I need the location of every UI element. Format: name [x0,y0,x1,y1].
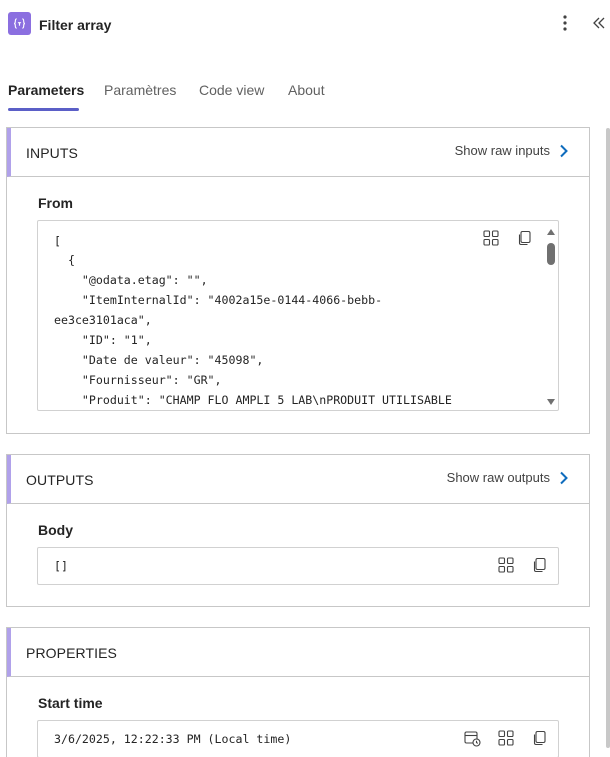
scroll-up-icon[interactable] [547,229,555,235]
copy-button[interactable] [531,556,549,574]
show-raw-inputs-label: Show raw inputs [454,143,550,158]
chevron-right-icon [560,471,568,484]
active-tab-indicator [8,108,79,111]
chevron-right-icon [560,144,568,157]
outputs-title: OUTPUTS [26,472,94,488]
code-line: "Produit": "CHAMP FLO AMPLI 5 LAB\nPRODU… [54,393,452,407]
show-raw-outputs-label: Show raw outputs [446,470,550,485]
expand-grid-button[interactable] [482,229,500,247]
properties-section-header: PROPERTIES [7,628,589,677]
scroll-down-icon[interactable] [547,399,555,405]
inputs-title: INPUTS [26,145,78,161]
copy-icon [518,230,531,246]
show-raw-inputs-link[interactable]: Show raw inputs [455,143,571,158]
properties-section: PROPERTIES Start time 3/6/2025, 12:22:33… [6,627,590,757]
tab-bar: Parameters Paramètres Code view About [0,80,610,112]
from-field-scrollbar[interactable] [546,225,556,405]
inputs-section-header: INPUTS Show raw inputs [7,128,589,177]
code-line: ee3ce3101aca", [54,313,152,327]
copy-icon [533,557,546,573]
inputs-section: INPUTS Show raw inputs From [ { "@odata.… [6,127,590,434]
code-line: "Fournisseur": "GR", [54,373,222,387]
panel-scrollbar[interactable] [604,118,610,757]
calendar-clock-button[interactable] [463,729,481,747]
from-field-scrollbar-thumb[interactable] [547,243,555,265]
outputs-section: OUTPUTS Show raw outputs Body [] [6,454,590,607]
start-time-value: 3/6/2025, 12:22:33 PM (Local time) [54,732,292,746]
more-options-button[interactable] [555,12,575,34]
collapse-panel-button[interactable] [589,12,609,34]
panel-scrollbar-thumb[interactable] [606,128,610,748]
grid-icon [498,557,514,573]
start-time-label: Start time [38,695,103,711]
body-value: [] [54,559,68,573]
tab-parametres[interactable]: Paramètres [104,82,176,98]
code-line: "ItemInternalId": "4002a15e-0144-4066-be… [54,293,383,307]
code-line: "@odata.etag": "", [54,273,208,287]
copy-button[interactable] [516,229,534,247]
copy-icon [533,730,546,746]
body-field-actions [497,556,549,574]
outputs-section-header: OUTPUTS Show raw outputs [7,455,589,504]
code-line: { [54,253,75,267]
tab-code-view[interactable]: Code view [199,82,264,98]
from-field-actions [482,229,534,247]
double-chevron-left-icon [593,17,605,29]
grid-icon [483,230,499,246]
code-line: [ [54,234,61,248]
start-time-field[interactable]: 3/6/2025, 12:22:33 PM (Local time) [37,720,559,757]
code-line: "ID": "1", [54,333,152,347]
from-label: From [38,195,73,211]
calendar-clock-icon [463,730,481,747]
tab-about[interactable]: About [288,82,325,98]
start-time-field-actions [463,729,549,747]
from-field[interactable]: [ { "@odata.etag": "", "ItemInternalId":… [37,220,559,411]
panel-title: Filter array [39,17,112,33]
expand-grid-button[interactable] [497,556,515,574]
copy-button[interactable] [531,729,549,747]
panel-header: Filter array [0,0,610,52]
more-vertical-icon [563,15,567,31]
show-raw-outputs-link[interactable]: Show raw outputs [447,470,571,485]
tab-parameters[interactable]: Parameters [8,82,84,98]
expand-grid-button[interactable] [497,729,515,747]
code-line: "Date de valeur": "45098", [54,353,264,367]
body-field[interactable]: [] [37,547,559,585]
properties-title: PROPERTIES [26,645,117,661]
grid-icon [498,730,514,746]
filter-array-icon [8,12,31,35]
body-label: Body [38,522,73,538]
